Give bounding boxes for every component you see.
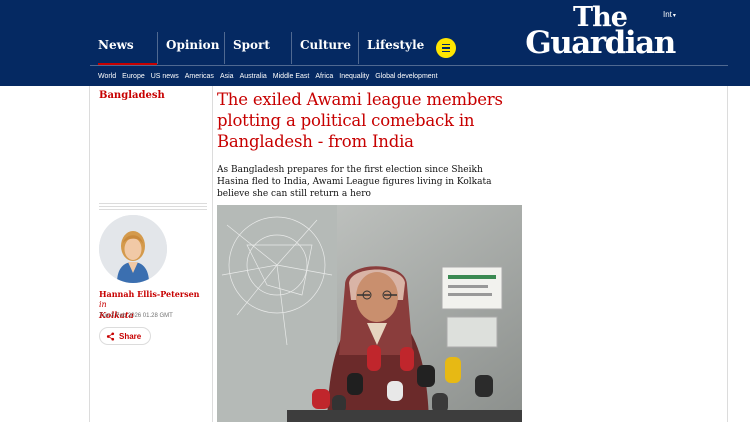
sub-nav: World Europe US news Americas Asia Austr… [90,65,728,86]
share-icon [106,331,115,341]
subnav-world[interactable]: World [98,73,116,80]
author-portrait-image [99,215,167,283]
byline-in: in [99,300,107,309]
article-standfirst: As Bangladesh prepares for the first ele… [217,165,492,199]
pillar-culture[interactable]: Culture [291,32,358,64]
main-article-image [217,205,522,422]
pillar-lifestyle[interactable]: Lifestyle [358,32,425,64]
meta-divider [99,203,207,212]
subnav-australia[interactable]: Australia [240,73,267,80]
publish-timestamp: Tue 3 Feb 2026 01.28 GMT [99,313,173,319]
guardian-logo[interactable]: The Guardian [519,4,681,62]
column-divider [212,86,213,422]
logo-line-guardian: Guardian [525,25,676,62]
menu-icon-bar [442,44,450,46]
share-label: Share [119,331,142,341]
share-button[interactable]: Share [99,327,151,345]
subnav-inequality[interactable]: Inequality [339,73,369,80]
column-divider [727,86,728,422]
subnav-global-development[interactable]: Global development [375,73,437,80]
menu-button[interactable] [436,38,456,58]
pillar-nav: News Opinion Sport Culture Lifestyle [90,32,425,66]
pillar-sport[interactable]: Sport [224,32,291,64]
subnav-middle-east[interactable]: Middle East [273,73,310,80]
pillar-news[interactable]: News [90,32,157,66]
subnav-europe[interactable]: Europe [122,73,145,80]
press-conference-photo [217,205,522,422]
subnav-asia[interactable]: Asia [220,73,234,80]
subnav-americas[interactable]: Americas [185,73,214,80]
pillar-opinion[interactable]: Opinion [157,32,224,64]
section-label[interactable]: Bangladesh [99,90,165,101]
subnav-africa[interactable]: Africa [315,73,333,80]
subnav-us-news[interactable]: US news [151,73,179,80]
author-avatar [99,215,167,283]
author-name[interactable]: Hannah Ellis-Petersen [99,289,200,299]
menu-icon-bar [442,50,450,52]
column-divider [89,86,90,422]
article-headline: The exiled Awami league members plotting… [217,90,503,151]
site-header: Int▾ The Guardian News Opinion Sport Cul… [0,0,750,86]
menu-icon-bar [442,47,450,49]
